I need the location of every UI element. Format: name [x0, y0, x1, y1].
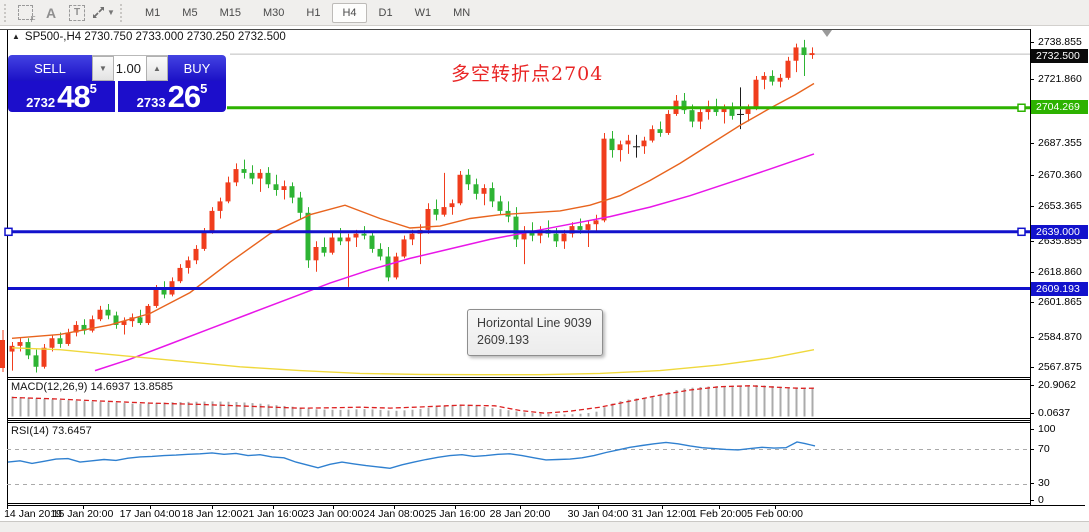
buy-price-display[interactable]: 2733 26 5 [118, 81, 226, 112]
macd-axis-label: 0.0637 [1038, 407, 1071, 419]
time-axis-label: 31 Jan 12:00 [631, 508, 693, 520]
toolbar-grip-2[interactable] [118, 3, 124, 22]
price-axis-label: 2601.865 [1038, 296, 1082, 308]
tf-button-MN[interactable]: MN [443, 3, 480, 23]
tf-button-D1[interactable]: D1 [369, 3, 403, 23]
text-box-icon[interactable]: T [65, 3, 89, 23]
tf-button-M30[interactable]: M30 [253, 3, 294, 23]
ma-mid-magenta [94, 153, 815, 372]
buy-price-handle: 2733 [136, 95, 166, 110]
sell-price-display[interactable]: 2732 48 5 [8, 81, 115, 112]
horizontal-line-tooltip: Horizontal Line 9039 2609.193 [467, 309, 603, 356]
text-label-icon[interactable]: A [39, 3, 63, 23]
time-axis-label: 18 Jan 12:00 [181, 508, 243, 520]
horizontal-lines [4, 103, 1030, 290]
chart-shift-marker-icon[interactable] [822, 30, 832, 37]
rsi-axis-label: 100 [1038, 423, 1056, 435]
volume-decrease-button[interactable]: ▼ [92, 56, 114, 81]
time-axis-label: 30 Jan 04:00 [567, 508, 629, 520]
price-axis-label: 2738.855 [1038, 36, 1082, 48]
rsi-axis-label: 0 [1038, 494, 1044, 506]
toolbar-grip[interactable] [2, 3, 8, 22]
rsi-line [7, 441, 816, 470]
volume-stepper: ▼ 1.00 ▲ [92, 55, 168, 81]
tf-button-H4[interactable]: H4 [332, 2, 367, 23]
time-axis-label: 28 Jan 20:00 [489, 508, 551, 520]
tooltip-line-value: 2609.193 [477, 333, 530, 347]
rsi-panel [7, 441, 1030, 485]
timeframe-bar: M1 M5 M15 M30 H1 H4 D1 W1 MN [134, 2, 481, 23]
toolbar: F A T ▼ M1 M5 M15 M30 H1 H4 D1 W1 MN [0, 0, 1089, 26]
price-axis-label: 2653.365 [1038, 200, 1082, 212]
tooltip-line-name: Horizontal Line 9039 [477, 316, 592, 330]
status-bar [0, 521, 1089, 532]
price-axis[interactable]: 2738.855 2721.860 2687.355 2670.360 2653.365… [1030, 25, 1089, 506]
buy-price-pips: 26 [167, 79, 201, 114]
tf-button-M5[interactable]: M5 [172, 3, 207, 23]
rsi-axis-label: 70 [1038, 443, 1050, 455]
volume-increase-button[interactable]: ▲ [146, 56, 168, 81]
arrows-tool-icon[interactable]: ▼ [91, 3, 115, 23]
sell-button[interactable]: SELL [8, 55, 92, 81]
price-badge: 2732.500 [1031, 49, 1088, 63]
time-axis-label: 23 Jan 00:00 [302, 508, 364, 520]
sell-price-handle: 2732 [26, 95, 56, 110]
moving-averages [11, 82, 815, 376]
tf-button-H1[interactable]: H1 [296, 3, 330, 23]
price-badge: 2609.193 [1031, 282, 1088, 296]
time-axis-label: 21 Jan 16:00 [242, 508, 304, 520]
hline-handle[interactable] [1017, 103, 1026, 112]
time-axis-label: 5 Feb 00:00 [746, 508, 804, 520]
mt4-chart-window: F A T ▼ M1 M5 M15 M30 H1 H4 D1 W1 MN ▲ SP500-,H4 … [0, 0, 1089, 532]
hline-handle[interactable] [4, 227, 13, 237]
hline-handle[interactable] [1017, 227, 1026, 237]
ma-fast-orange [11, 82, 815, 339]
tf-button-M1[interactable]: M1 [135, 3, 170, 23]
chart-text-annotation[interactable]: 多空转折点2704 [451, 59, 603, 86]
rsi-axis-label: 30 [1038, 477, 1050, 489]
macd-indicator-label: MACD(12,26,9) 14.6937 13.8585 [11, 381, 174, 393]
macd-axis-label: 20.9062 [1038, 379, 1076, 391]
buy-price-fraction: 5 [200, 81, 208, 96]
tf-button-M15[interactable]: M15 [210, 3, 251, 23]
collapse-triangle-icon: ▲ [12, 32, 20, 41]
price-axis-label: 2584.870 [1038, 331, 1082, 343]
ma-slow-yellow [11, 347, 815, 376]
price-axis-label: 2721.860 [1038, 73, 1082, 85]
axis-ticks [7, 42, 1034, 509]
sell-price-fraction: 5 [89, 81, 97, 96]
symbol-ohlc-header: ▲ SP500-,H4 2730.750 2733.000 2730.250 27… [12, 31, 286, 43]
price-axis-label: 2687.355 [1038, 137, 1082, 149]
sell-price-pips: 48 [57, 79, 90, 114]
price-axis-label: 2567.875 [1038, 361, 1082, 373]
time-axis[interactable]: 14 Jan 2019 15 Jan 20:00 17 Jan 04:00 18 Ja… [0, 506, 1089, 521]
arrows-icon [93, 7, 105, 18]
time-axis-label: 17 Jan 04:00 [119, 508, 181, 520]
fibo-grid-icon[interactable]: F [13, 3, 37, 24]
price-badge: 2704.269 [1031, 100, 1088, 114]
price-axis-label: 2618.860 [1038, 266, 1082, 278]
price-badge: 2639.000 [1031, 225, 1088, 239]
time-axis-label: 24 Jan 08:00 [363, 508, 425, 520]
one-click-trade-panel: SELL ▼ 1.00 ▲ BUY 2732 48 5 2733 26 5 [8, 55, 226, 112]
time-axis-label: 15 Jan 20:00 [52, 508, 114, 520]
volume-input[interactable]: 1.00 [114, 56, 146, 81]
time-axis-label: 25 Jan 16:00 [424, 508, 486, 520]
time-axis-label: 1 Feb 20:00 [690, 508, 748, 520]
tf-button-W1[interactable]: W1 [405, 3, 442, 23]
rsi-indicator-label: RSI(14) 73.6457 [11, 425, 92, 437]
price-axis-label: 2670.360 [1038, 169, 1082, 181]
buy-button[interactable]: BUY [168, 55, 226, 81]
symbol-ohlc-text: SP500-,H4 2730.750 2733.000 2730.250 273… [24, 31, 286, 43]
chevron-down-icon: ▼ [107, 8, 115, 17]
